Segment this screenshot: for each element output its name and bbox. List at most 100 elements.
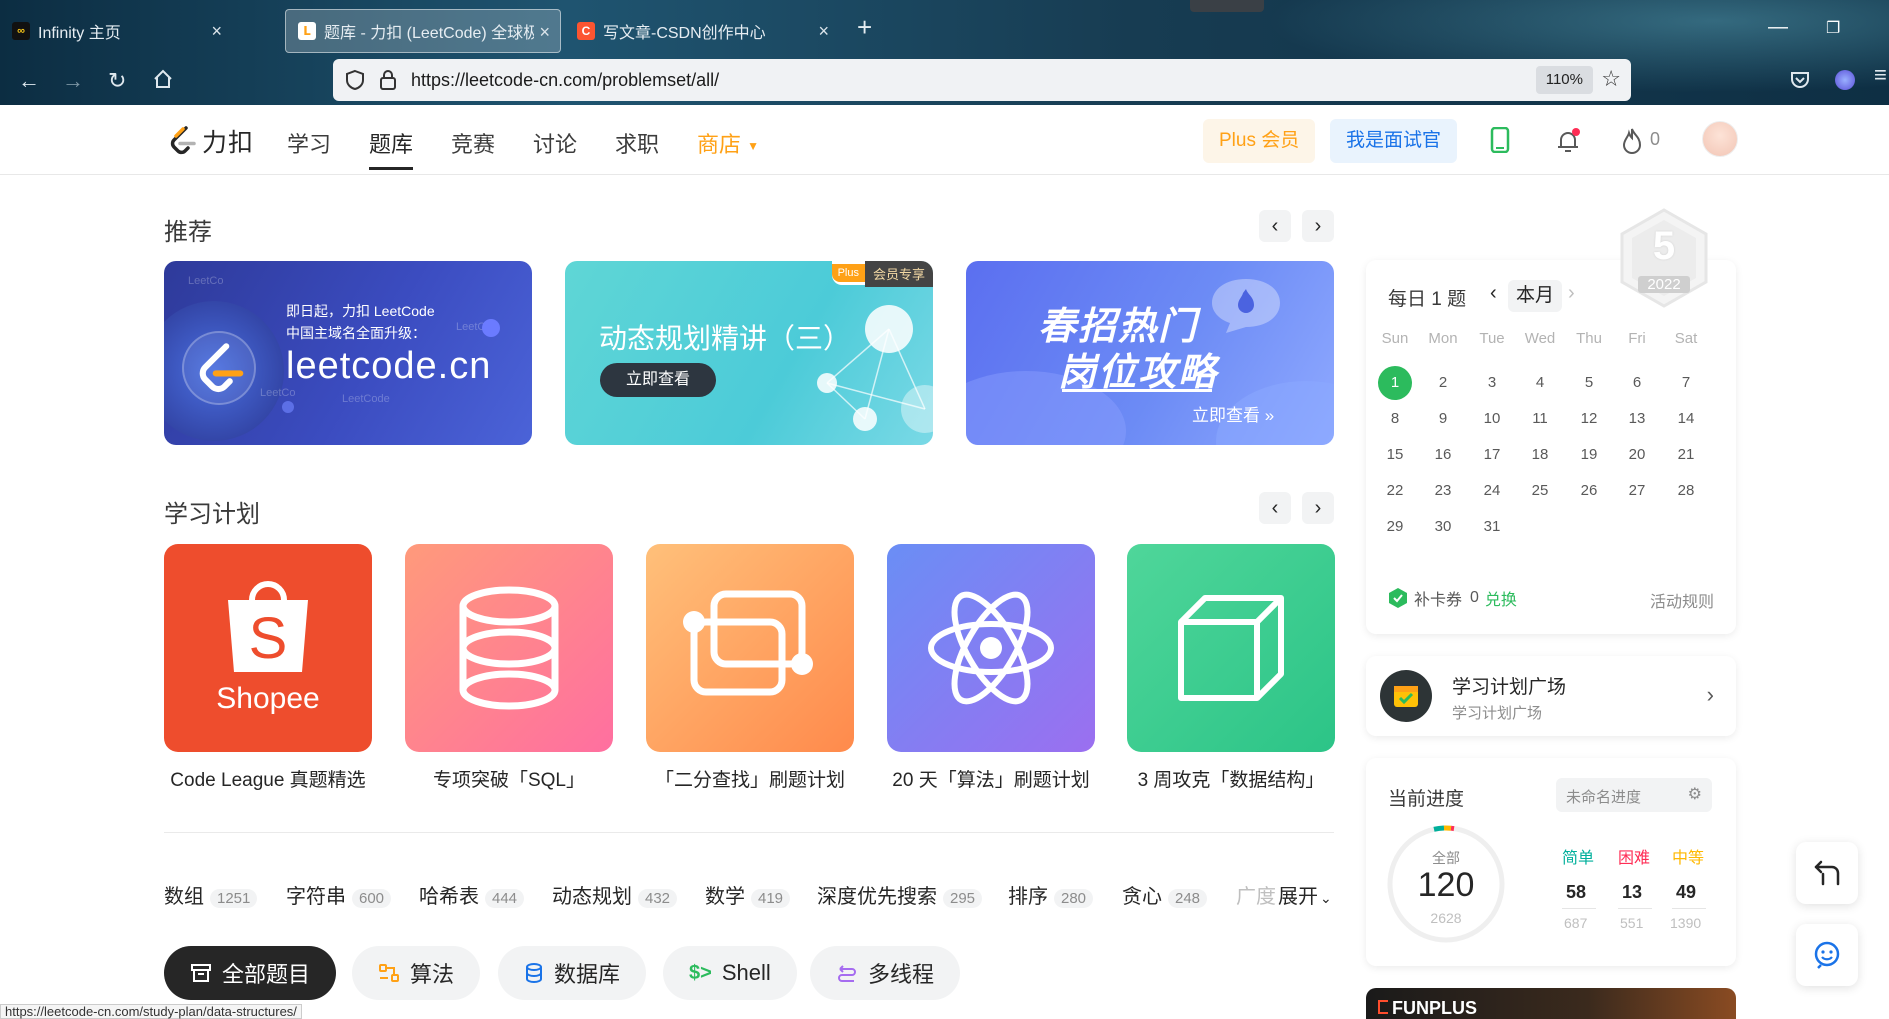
nav-problemset[interactable]: 题库 <box>369 127 414 170</box>
mobile-app-icon[interactable] <box>1490 127 1510 153</box>
nav-jobs[interactable]: 求职 <box>615 127 659 159</box>
lock-icon[interactable] <box>379 69 397 91</box>
minimize-icon[interactable]: — <box>1768 16 1788 39</box>
pill-database[interactable]: 数据库 <box>498 946 647 1000</box>
plan-name[interactable]: 「二分查找」刷题计划 <box>630 765 870 792</box>
calendar-day-today[interactable]: 1 <box>1378 366 1412 400</box>
tags-expand-button[interactable]: 展开 ⌄ <box>1276 880 1332 909</box>
plus-member-button[interactable]: Plus 会员 <box>1203 119 1316 163</box>
calendar-day[interactable]: 14 <box>1667 402 1705 436</box>
calendar-day[interactable]: 2 <box>1424 366 1462 400</box>
home-icon[interactable] <box>152 68 174 90</box>
calendar-prev-month[interactable]: ‹ <box>1490 282 1497 305</box>
calendar-day[interactable]: 8 <box>1376 402 1414 436</box>
activity-rules-link[interactable]: 活动规则 <box>1650 588 1714 612</box>
redeem-link[interactable]: 兑换 <box>1485 586 1517 610</box>
calendar-day[interactable]: 10 <box>1473 402 1511 436</box>
plan-name[interactable]: 20 天「算法」刷题计划 <box>871 765 1111 792</box>
calendar-month-label[interactable]: 本月 <box>1508 280 1563 312</box>
calendar-day[interactable]: 4 <box>1521 366 1559 400</box>
calendar-day[interactable]: 13 <box>1618 402 1656 436</box>
tag-hash-table[interactable]: 哈希表 444 <box>419 880 525 909</box>
tab-leetcode[interactable]: ᒪ 题库 - 力扣 (LeetCode) 全球极 × <box>285 9 561 53</box>
bookmark-star-icon[interactable]: ☆ <box>1601 66 1621 92</box>
nav-discuss[interactable]: 讨论 <box>533 127 577 159</box>
calendar-day[interactable]: 29 <box>1376 510 1414 544</box>
calendar-day[interactable]: 19 <box>1570 438 1608 472</box>
calendar-day[interactable]: 22 <box>1376 474 1414 508</box>
calendar-day[interactable]: 27 <box>1618 474 1656 508</box>
funplus-ad[interactable]: FUNPLUS <box>1366 988 1736 1019</box>
nav-contest[interactable]: 竞赛 <box>451 127 495 159</box>
calendar-day[interactable]: 16 <box>1424 438 1462 472</box>
leetcode-logo[interactable]: 力扣 <box>168 123 254 159</box>
tag-sorting[interactable]: 排序 280 <box>1008 880 1094 909</box>
banner-domain-upgrade[interactable]: LeetCo LeetC LeetCo LeetCode 即日起，力扣 Leet… <box>164 261 532 445</box>
nav-learn[interactable]: 学习 <box>287 127 331 159</box>
back-icon[interactable]: ← <box>18 68 40 94</box>
calendar-day[interactable]: 26 <box>1570 474 1608 508</box>
forward-icon[interactable]: → <box>62 68 84 94</box>
banner-spring-jobs[interactable]: 春招热门 岗位攻略 立即查看 » <box>966 261 1334 445</box>
zoom-level[interactable]: 110% <box>1535 66 1593 94</box>
account-icon[interactable] <box>1835 70 1855 90</box>
monthly-badge[interactable]: 5 2022 <box>1616 206 1712 310</box>
study-plan-plaza-card[interactable]: 学习计划广场 学习计划广场 › <box>1366 656 1736 736</box>
calendar-next-month[interactable]: › <box>1568 282 1575 305</box>
avatar[interactable] <box>1702 121 1738 157</box>
calendar-day[interactable]: 21 <box>1667 438 1705 472</box>
plan-card-binary-search[interactable] <box>646 544 854 752</box>
tag-string[interactable]: 字符串 600 <box>286 880 392 909</box>
close-icon[interactable]: × <box>539 22 550 43</box>
tab-infinity[interactable]: ∞ Infinity 主页 × <box>0 9 232 53</box>
menu-icon[interactable]: ≡ <box>1874 62 1887 88</box>
calendar-day[interactable]: 24 <box>1473 474 1511 508</box>
back-to-old-version-button[interactable] <box>1796 842 1858 904</box>
tag-math[interactable]: 数学 419 <box>705 880 791 909</box>
calendar-day[interactable]: 20 <box>1618 438 1656 472</box>
calendar-day[interactable]: 30 <box>1424 510 1462 544</box>
calendar-day[interactable]: 23 <box>1424 474 1462 508</box>
calendar-day[interactable]: 9 <box>1424 402 1462 436</box>
plan-card-data-structures[interactable] <box>1127 544 1335 752</box>
tag-dfs[interactable]: 深度优先搜索 295 <box>817 880 983 909</box>
new-tab-button[interactable]: + <box>857 12 872 43</box>
pill-shell[interactable]: $> Shell <box>663 946 797 1000</box>
calendar-day[interactable]: 31 <box>1473 510 1511 544</box>
restore-icon[interactable]: ❐ <box>1826 18 1840 38</box>
calendar-day[interactable]: 7 <box>1667 366 1705 400</box>
progress-select[interactable]: 未命名进度 ⚙ <box>1556 778 1712 812</box>
address-bar[interactable]: https://leetcode-cn.com/problemset/all/ … <box>333 59 1631 101</box>
tag-greedy[interactable]: 贪心 248 <box>1122 880 1208 909</box>
tag-array[interactable]: 数组 1251 <box>164 880 258 909</box>
feedback-chat-button[interactable] <box>1796 924 1858 986</box>
calendar-day[interactable]: 25 <box>1521 474 1559 508</box>
calendar-day[interactable]: 3 <box>1473 366 1511 400</box>
calendar-day[interactable]: 15 <box>1376 438 1414 472</box>
url-text[interactable]: https://leetcode-cn.com/problemset/all/ <box>411 70 719 91</box>
tab-csdn[interactable]: C 写文章-CSDN创作中心 × <box>565 9 839 53</box>
calendar-day[interactable]: 28 <box>1667 474 1705 508</box>
calendar-day[interactable]: 18 <box>1521 438 1559 472</box>
plan-name[interactable]: 3 周攻克「数据结构」 <box>1111 765 1351 792</box>
calendar-day[interactable]: 12 <box>1570 402 1608 436</box>
banner-dp-course[interactable]: Plus 会员专享 动态规划精讲（三） 立即查看 <box>565 261 933 445</box>
plan-name[interactable]: 专项突破「SQL」 <box>389 765 629 792</box>
recommend-next-button[interactable]: › <box>1302 210 1334 242</box>
plan-card-sql[interactable] <box>405 544 613 752</box>
pill-all-problems[interactable]: 全部题目 <box>164 946 337 1000</box>
pill-concurrency[interactable]: 多线程 <box>810 946 961 1000</box>
pill-algorithms[interactable]: 算法 <box>352 946 481 1000</box>
notification-bell-icon[interactable] <box>1554 127 1582 155</box>
banner-view-link[interactable]: 立即查看 » <box>1192 401 1274 426</box>
tag-bfs-partial[interactable]: 广度 <box>1236 880 1276 909</box>
plan-name[interactable]: Code League 真题精选 <box>148 765 388 792</box>
calendar-day[interactable]: 5 <box>1570 366 1608 400</box>
calendar-day[interactable]: 6 <box>1618 366 1656 400</box>
plan-next-button[interactable]: › <box>1302 492 1334 524</box>
interviewer-button[interactable]: 我是面试官 <box>1330 119 1458 163</box>
banner-view-button[interactable]: 立即查看 <box>600 363 717 397</box>
nav-store[interactable]: 商店 ▼ <box>697 127 759 159</box>
close-icon[interactable]: × <box>211 21 222 42</box>
reload-icon[interactable]: ↻ <box>108 68 126 94</box>
